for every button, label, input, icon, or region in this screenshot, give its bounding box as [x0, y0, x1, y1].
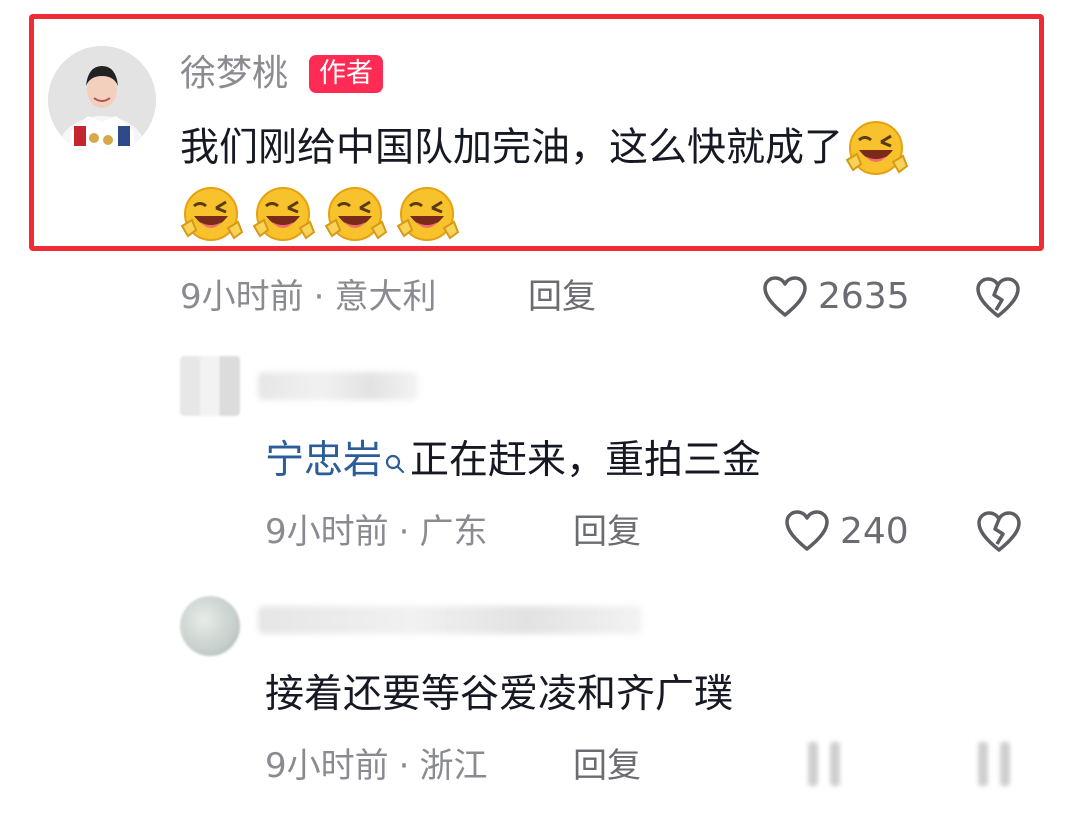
cropped-action-icons [808, 742, 1018, 792]
author-badge: 作者 [309, 55, 383, 93]
heart-outline-icon[interactable] [762, 275, 808, 319]
reply-meta: 9小时前 · 广东 [265, 510, 487, 554]
meta-separator: · [398, 746, 410, 786]
laughing-wink-emoji [843, 120, 909, 180]
broken-heart-icon[interactable] [976, 510, 1022, 554]
emoji-row [178, 186, 460, 246]
comment-text: 我们刚给中国队加完油，这么快就成了 [180, 125, 844, 171]
reply-time: 9小时前 [265, 512, 389, 552]
like-count: 2635 [818, 276, 910, 317]
broken-heart-icon[interactable] [975, 276, 1021, 320]
reply-button[interactable]: 回复 [573, 744, 641, 788]
author-name[interactable]: 徐梦桃 [180, 52, 288, 96]
laughing-wink-emoji [178, 186, 244, 246]
reply-button[interactable]: 回复 [573, 510, 641, 554]
like-count: 240 [840, 511, 909, 552]
comment-location: 意大利 [334, 277, 437, 317]
reply-text: 正在赶来，重拍三金 [410, 438, 762, 483]
reply-avatar[interactable] [180, 596, 240, 656]
author-avatar[interactable] [48, 46, 156, 154]
reply-avatar[interactable] [180, 356, 240, 416]
reply-username-blurred[interactable] [258, 372, 418, 400]
meta-separator: · [313, 277, 325, 317]
reply-location: 广东 [419, 512, 488, 552]
mention-link[interactable]: 宁忠岩 [265, 438, 382, 483]
laughing-wink-emoji [322, 186, 388, 246]
comment-meta: 9小时前 · 意大利 [180, 275, 436, 319]
reply-text: 接着还要等谷爱凌和齐广璞 [265, 672, 734, 717]
laughing-wink-emoji [250, 186, 316, 246]
meta-separator: · [398, 512, 410, 552]
reply-text-line: 宁忠岩 正在赶来，重拍三金 [265, 436, 761, 488]
reply-username-blurred[interactable] [258, 606, 642, 634]
comment-time: 9小时前 [180, 277, 304, 317]
comment-text-line: 我们刚给中国队加完油，这么快就成了 [180, 120, 909, 180]
reply-time: 9小时前 [265, 746, 389, 786]
reply-button[interactable]: 回复 [528, 275, 596, 319]
heart-outline-icon[interactable] [784, 509, 830, 553]
reply-meta: 9小时前 · 浙江 [265, 744, 487, 788]
reply-location: 浙江 [419, 746, 488, 786]
laughing-wink-emoji [394, 186, 460, 246]
search-icon[interactable] [384, 438, 406, 488]
